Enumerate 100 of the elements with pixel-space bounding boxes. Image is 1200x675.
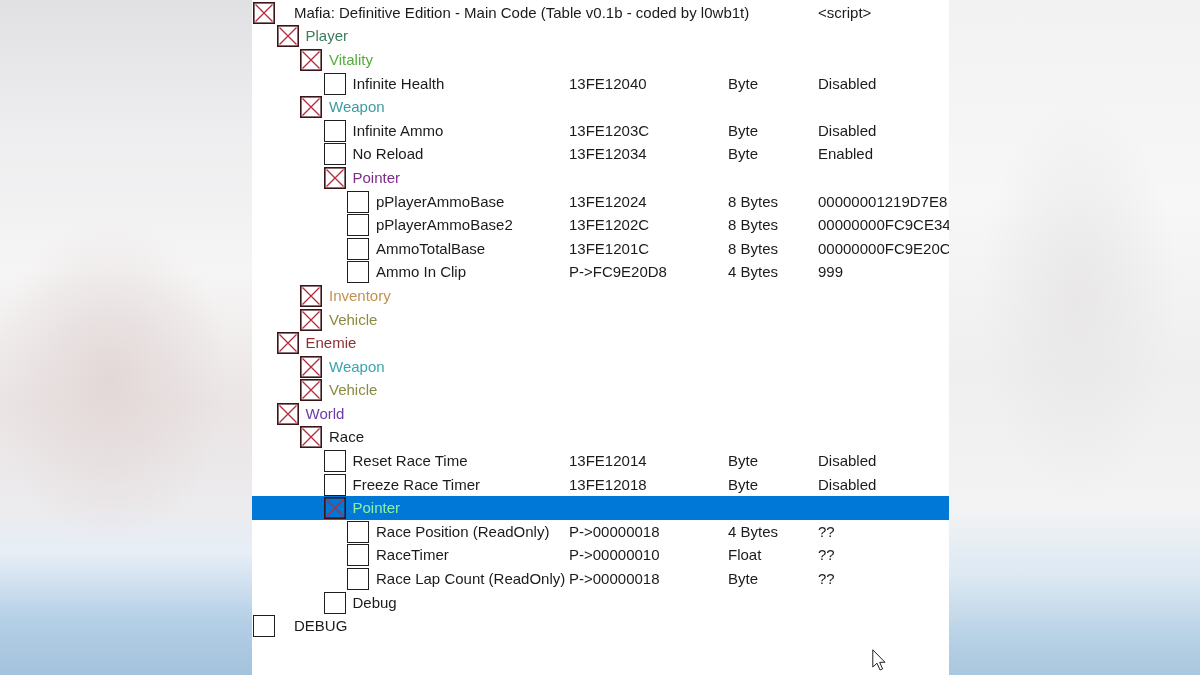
- entry-type: 4 Bytes: [728, 522, 779, 541]
- entry-description: Race Position (ReadOnly): [376, 522, 550, 541]
- crossed-checkbox[interactable]: [276, 402, 299, 425]
- entry-address: 13FE1203C: [569, 121, 650, 140]
- entry-description: Debug: [352, 593, 397, 612]
- entry-description: Race Lap Count (ReadOnly): [376, 570, 566, 589]
- entry-type: Byte: [728, 475, 758, 494]
- tree-row[interactable]: pPlayerAmmoBase2 13FE1202C 8 Bytes 00000000FC9CE34: [252, 213, 949, 237]
- tree-row[interactable]: Mafia: Definitive Edition - Main Code (Table v0.1b - coded by l0wb1t) <script>: [252, 1, 949, 25]
- entry-value: 00000001219D7E8: [818, 192, 948, 211]
- entry-description: Weapon: [329, 98, 385, 117]
- entry-description: Mafia: Definitive Edition - Main Code (Table v0.1b - coded by l0wb1t): [294, 3, 750, 22]
- checkbox[interactable]: [323, 473, 346, 496]
- tree-row[interactable]: Race: [252, 425, 949, 450]
- crossed-checkbox[interactable]: [300, 49, 322, 71]
- checkbox[interactable]: [347, 190, 369, 213]
- crossed-checkbox[interactable]: [300, 426, 322, 449]
- tree-row[interactable]: Pointer: [252, 166, 949, 190]
- tree-row[interactable]: World: [252, 402, 949, 426]
- entry-description: Pointer: [352, 168, 401, 187]
- tree-row[interactable]: Ammo In Clip P->FC9E20D8 4 Bytes 999: [252, 260, 949, 285]
- crossed-checkbox[interactable]: [276, 25, 299, 48]
- crossed-checkbox[interactable]: [323, 166, 346, 189]
- crossed-checkbox[interactable]: [300, 96, 322, 119]
- mouse-pointer-icon: [872, 649, 886, 671]
- tree-row[interactable]: Race Lap Count (ReadOnly) P->00000018 Byte ??: [252, 567, 949, 591]
- entry-value: Disabled: [818, 475, 877, 494]
- entry-type: Byte: [728, 452, 758, 471]
- tree-row[interactable]: DEBUG: [252, 614, 949, 639]
- crossed-checkbox[interactable]: [253, 1, 275, 24]
- entry-description: Ammo In Clip: [376, 263, 467, 282]
- crossed-checkbox[interactable]: [323, 497, 346, 520]
- checkbox[interactable]: [347, 214, 369, 237]
- crossed-checkbox[interactable]: [300, 308, 322, 331]
- checkbox[interactable]: [347, 544, 369, 567]
- tree-row[interactable]: No Reload 13FE12034 Byte Enabled: [252, 142, 949, 167]
- checkbox[interactable]: [323, 72, 346, 95]
- tree-row[interactable]: RaceTimer P->00000010 Float ??: [252, 543, 949, 568]
- tree-row[interactable]: Vehicle: [252, 307, 949, 332]
- entry-value: ??: [818, 546, 835, 565]
- entry-type: 8 Bytes: [728, 192, 779, 211]
- entry-description: pPlayerAmmoBase: [376, 192, 505, 211]
- entry-value: <script>: [818, 3, 872, 22]
- checkbox[interactable]: [323, 143, 346, 166]
- entry-description: No Reload: [352, 145, 424, 164]
- entry-description: Pointer: [352, 499, 401, 518]
- entry-description: World: [305, 404, 345, 423]
- entry-value: Disabled: [818, 452, 877, 471]
- checkbox[interactable]: [347, 568, 369, 591]
- entry-description: AmmoTotalBase: [376, 239, 486, 258]
- tree-row[interactable]: pPlayerAmmoBase 13FE12024 8 Bytes 00000001219D7E8: [252, 189, 949, 214]
- tree-row[interactable]: Reset Race Time 13FE12014 Byte Disabled: [252, 449, 949, 473]
- entry-description: pPlayerAmmoBase2: [376, 216, 513, 235]
- tree-row[interactable]: Player: [252, 24, 949, 49]
- tree-row[interactable]: Freeze Race Timer 13FE12018 Byte Disabled: [252, 472, 949, 497]
- entry-description: RaceTimer: [376, 546, 449, 565]
- entry-description: Infinite Ammo: [352, 121, 444, 140]
- checkbox[interactable]: [323, 450, 346, 473]
- tree-row[interactable]: Debug: [252, 590, 949, 615]
- checkbox[interactable]: [253, 615, 275, 638]
- entry-description: Vehicle: [329, 310, 378, 329]
- checkbox[interactable]: [347, 261, 369, 284]
- checkbox[interactable]: [347, 237, 369, 260]
- entry-description: Vehicle: [329, 381, 378, 400]
- tree-row[interactable]: Infinite Ammo 13FE1203C Byte Disabled: [252, 118, 949, 143]
- checkbox[interactable]: [323, 119, 346, 142]
- entry-description: DEBUG: [294, 617, 348, 636]
- entry-description: Vitality: [329, 51, 373, 69]
- entry-address: 13FE12034: [569, 145, 647, 164]
- entry-type: 8 Bytes: [728, 239, 779, 258]
- entry-address: 13FE12040: [569, 74, 647, 93]
- checkbox[interactable]: [347, 520, 369, 543]
- crossed-checkbox[interactable]: [300, 379, 322, 402]
- crossed-checkbox[interactable]: [300, 284, 322, 307]
- entry-type: Float: [728, 546, 762, 565]
- tree-row[interactable]: AmmoTotalBase 13FE1201C 8 Bytes 00000000FC9E20C: [252, 236, 949, 261]
- entry-description: Weapon: [329, 357, 385, 376]
- crossed-checkbox[interactable]: [300, 355, 322, 378]
- entry-address: P->FC9E20D8: [569, 263, 667, 282]
- checkbox[interactable]: [323, 591, 346, 614]
- entry-description: Freeze Race Timer: [352, 475, 481, 494]
- entry-address: P->00000010: [569, 546, 660, 565]
- entry-type: Byte: [728, 570, 758, 589]
- entry-type: 8 Bytes: [728, 216, 779, 235]
- entry-value: 00000000FC9E20C: [818, 239, 951, 258]
- entry-type: Byte: [728, 121, 758, 140]
- entry-description: Player: [305, 27, 349, 46]
- entry-description: Inventory: [329, 286, 391, 305]
- entry-type: Byte: [728, 74, 758, 93]
- tree-row[interactable]: Enemie: [252, 331, 949, 355]
- entry-type: Byte: [728, 145, 758, 164]
- tree-row[interactable]: Race Position (ReadOnly) P->00000018 4 Bytes ??: [252, 520, 949, 544]
- tree-row[interactable]: Infinite Health 13FE12040 Byte Disabled: [252, 71, 949, 96]
- entry-address: P->00000018: [569, 570, 660, 589]
- tree-row[interactable]: Vehicle: [252, 378, 949, 403]
- entry-value: 00000000FC9CE34: [818, 216, 951, 235]
- entry-value: Enabled: [818, 145, 874, 164]
- crossed-checkbox[interactable]: [276, 332, 299, 355]
- entry-address: P->00000018: [569, 522, 660, 541]
- entry-address: 13FE12014: [569, 452, 647, 471]
